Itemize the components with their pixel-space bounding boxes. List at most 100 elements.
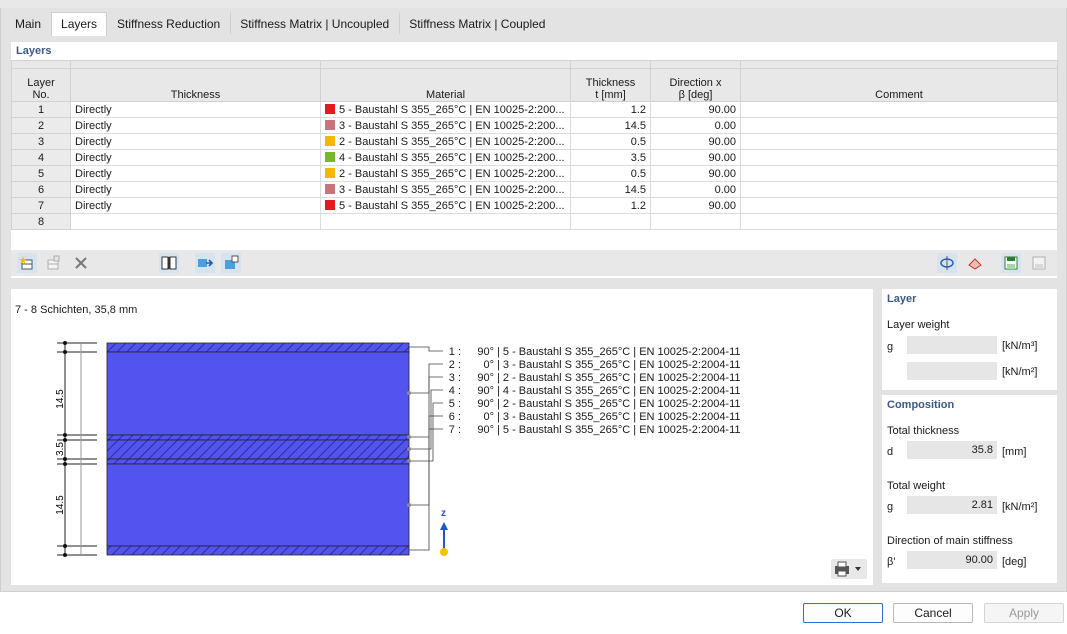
direction-cell[interactable]: 0.00	[650, 117, 741, 134]
comment-cell[interactable]	[740, 213, 1058, 230]
table-row[interactable]: 4 Directly 4 - Baustahl S 355_265°C | EN 1…	[11, 149, 1058, 166]
thickness-type-cell[interactable]: Directly	[70, 149, 321, 166]
direction-cell[interactable]	[650, 213, 741, 230]
legend-layer-number: 6 :	[449, 411, 461, 423]
col-header-thickness[interactable]: Thickness	[70, 68, 321, 102]
table-row[interactable]: 7 Directly 5 - Baustahl S 355_265°C | EN 1…	[11, 197, 1058, 214]
thickness-value-cell[interactable]: 0.5	[570, 165, 651, 182]
col-header-layer-no[interactable]: Layer No.	[11, 68, 71, 102]
thickness-value-cell[interactable]: 1.2	[570, 197, 651, 214]
material-cell[interactable]: 3 - Baustahl S 355_265°C | EN 10025-2:20…	[320, 181, 571, 198]
layer-no-cell[interactable]: 7	[11, 197, 71, 214]
layer-no-cell[interactable]: 6	[11, 181, 71, 198]
material-cell[interactable]	[320, 213, 571, 230]
thickness-type-cell[interactable]: Directly	[70, 117, 321, 134]
save-icon[interactable]	[1001, 253, 1021, 273]
thickness-type-cell[interactable]	[70, 213, 321, 230]
thickness-type-cell[interactable]: Directly	[70, 133, 321, 150]
delete-row-icon[interactable]	[71, 253, 91, 273]
layer-weight-field-2[interactable]	[907, 362, 997, 380]
legend-layer-material: | 2 - Baustahl S 355_265°C | EN 10025-2:…	[497, 372, 741, 384]
tab-main[interactable]: Main	[5, 12, 52, 34]
axis-label-z: z	[441, 508, 446, 519]
table-row[interactable]: 1 Directly 5 - Baustahl S 355_265°C | EN 1…	[11, 101, 1058, 118]
layer-no-cell[interactable]: 4	[11, 149, 71, 166]
main-stiffness-direction-unit: [deg]	[1002, 556, 1027, 568]
legend-layer-angle: 90°	[477, 424, 494, 436]
layer-no-cell[interactable]: 1	[11, 101, 71, 118]
z-axis-arrowhead	[440, 522, 448, 530]
composition-panel: Composition Total thickness d 35.8 [mm] …	[882, 395, 1057, 583]
total-weight-field: 2.81	[907, 496, 997, 514]
rotate-icon[interactable]	[937, 253, 957, 273]
direction-cell[interactable]: 90.00	[650, 197, 741, 214]
material-cell[interactable]: 5 - Baustahl S 355_265°C | EN 10025-2:20…	[320, 101, 571, 118]
layer-2-band	[106, 351, 410, 436]
thickness-value-cell[interactable]: 1.2	[570, 101, 651, 118]
layer-no-cell[interactable]: 8	[11, 213, 71, 230]
thickness-type-cell[interactable]: Directly	[70, 181, 321, 198]
apply-button[interactable]: Apply	[984, 603, 1064, 623]
import-icon[interactable]	[195, 253, 215, 273]
material-cell[interactable]: 5 - Baustahl S 355_265°C | EN 10025-2:20…	[320, 197, 571, 214]
origin-dot	[440, 548, 448, 556]
export-icon[interactable]	[221, 253, 241, 273]
direction-cell[interactable]: 0.00	[650, 181, 741, 198]
comment-cell[interactable]	[740, 133, 1058, 150]
comment-cell[interactable]	[740, 181, 1058, 198]
print-button[interactable]	[831, 559, 867, 579]
thickness-value-cell[interactable]: 0.5	[570, 133, 651, 150]
tab-bar: Main Layers Stiffness Reduction Stiffnes…	[5, 12, 556, 36]
tab-layers[interactable]: Layers	[51, 12, 108, 36]
table-row[interactable]: 5 Directly 2 - Baustahl S 355_265°C | EN 1…	[11, 165, 1058, 182]
thickness-type-cell[interactable]: Directly	[70, 101, 321, 118]
legend-layer-material: | 5 - Baustahl S 355_265°C | EN 10025-2:…	[497, 346, 741, 358]
layer-no-cell[interactable]: 5	[11, 165, 71, 182]
mirror-icon[interactable]	[965, 253, 985, 273]
direction-cell[interactable]: 90.00	[650, 133, 741, 150]
layer-no-cell[interactable]: 2	[11, 117, 71, 134]
table-row[interactable]: 3 Directly 2 - Baustahl S 355_265°C | EN 1…	[11, 133, 1058, 150]
thickness-value-cell[interactable]: 3.5	[570, 149, 651, 166]
col-header-material[interactable]: Material	[320, 68, 571, 102]
comment-cell[interactable]	[740, 117, 1058, 134]
cancel-button[interactable]: Cancel	[893, 603, 973, 623]
table-toolbar	[11, 250, 1057, 276]
thickness-type-cell[interactable]: Directly	[70, 197, 321, 214]
layer-weight-field-1[interactable]	[907, 336, 997, 354]
ok-button[interactable]: OK	[803, 603, 883, 623]
thickness-type-cell[interactable]: Directly	[70, 165, 321, 182]
tab-stiffness-reduction[interactable]: Stiffness Reduction	[107, 12, 231, 34]
col-header-direction[interactable]: Direction xβ [deg]	[650, 68, 741, 102]
direction-cell[interactable]: 90.00	[650, 149, 741, 166]
comment-cell[interactable]	[740, 165, 1058, 182]
col-header-comment[interactable]: Comment	[740, 68, 1058, 102]
thickness-value-cell[interactable]	[570, 213, 651, 230]
tab-stiffness-matrix-uncoupled[interactable]: Stiffness Matrix | Uncoupled	[230, 12, 400, 34]
table-row[interactable]: 2 Directly 3 - Baustahl S 355_265°C | EN 1…	[11, 117, 1058, 134]
comment-cell[interactable]	[740, 101, 1058, 118]
direction-cell[interactable]: 90.00	[650, 101, 741, 118]
direction-cell[interactable]: 90.00	[650, 165, 741, 182]
load-icon[interactable]	[1029, 253, 1049, 273]
material-cell[interactable]: 4 - Baustahl S 355_265°C | EN 10025-2:20…	[320, 149, 571, 166]
legend-layer-number: 7 :	[449, 424, 461, 436]
table-row[interactable]: 8	[11, 213, 1058, 230]
copy-row-icon[interactable]	[43, 253, 63, 273]
layer-no-cell[interactable]: 3	[11, 133, 71, 150]
col-header-thickness-t[interactable]: Thickness t [mm]	[570, 68, 651, 102]
library-icon[interactable]	[159, 253, 179, 273]
table-row[interactable]: 6 Directly 3 - Baustahl S 355_265°C | EN 1…	[11, 181, 1058, 198]
tab-stiffness-matrix-coupled[interactable]: Stiffness Matrix | Coupled	[399, 12, 556, 34]
layer-6-band	[106, 463, 410, 547]
material-cell[interactable]: 3 - Baustahl S 355_265°C | EN 10025-2:20…	[320, 117, 571, 134]
material-cell[interactable]: 2 - Baustahl S 355_265°C | EN 10025-2:20…	[320, 165, 571, 182]
thickness-value-cell[interactable]: 14.5	[570, 117, 651, 134]
comment-cell[interactable]	[740, 149, 1058, 166]
material-name: 3 - Baustahl S 355_265°C | EN 10025-2:20…	[339, 183, 565, 196]
thickness-value-cell[interactable]: 14.5	[570, 181, 651, 198]
material-cell[interactable]: 2 - Baustahl S 355_265°C | EN 10025-2:20…	[320, 133, 571, 150]
layers-table: Layer No. Thickness Material Thickness t […	[11, 60, 1058, 230]
insert-row-icon[interactable]	[17, 253, 37, 273]
comment-cell[interactable]	[740, 197, 1058, 214]
